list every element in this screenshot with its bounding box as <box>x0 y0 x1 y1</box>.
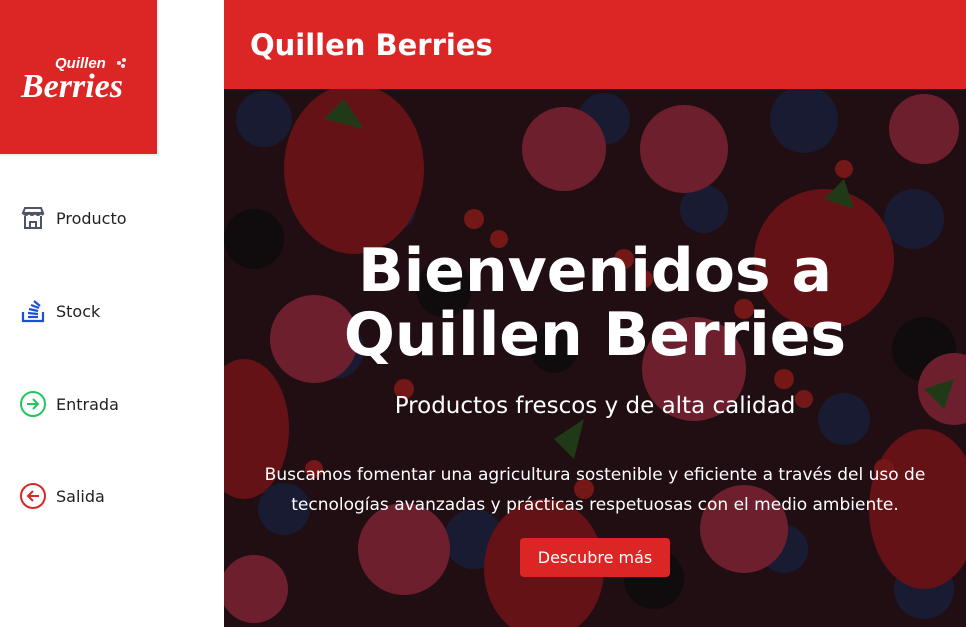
sidebar-item-producto[interactable]: Producto <box>18 203 127 233</box>
store-icon <box>18 203 48 233</box>
sidebar-item-label: Salida <box>56 486 105 506</box>
logo[interactable]: Quillen Berries <box>0 0 159 156</box>
sidebar-item-label: Producto <box>56 208 127 228</box>
sidebar-item-label: Stock <box>56 301 101 321</box>
descubre-mas-button[interactable]: Descubre más <box>519 538 671 577</box>
sidebar: Quillen Berries Producto Stock Entrada S… <box>0 0 224 627</box>
hero-content: Bienvenidos a Quillen Berries Productos … <box>224 89 966 627</box>
top-bar: Quillen Berries <box>224 0 966 89</box>
hero-description: Buscamos fomentar una agricultura sosten… <box>264 465 926 515</box>
stack-icon <box>18 296 48 326</box>
arrow-left-circle-icon <box>18 481 48 511</box>
hero-section: Bienvenidos a Quillen Berries Productos … <box>224 89 966 627</box>
sidebar-item-salida[interactable]: Salida <box>18 481 105 511</box>
logo-mark: Quillen Berries <box>20 55 126 103</box>
sidebar-item-stock[interactable]: Stock <box>18 296 100 326</box>
arrow-right-circle-icon <box>18 389 48 419</box>
logo-text-berries: Berries <box>20 68 123 103</box>
hero-subtitle: Productos frescos y de alta calidad <box>394 393 796 419</box>
sidebar-item-entrada[interactable]: Entrada <box>18 389 119 419</box>
brand-title[interactable]: Quillen Berries <box>250 28 493 62</box>
sidebar-item-label: Entrada <box>56 394 119 414</box>
hero-title: Bienvenidos a Quillen Berries <box>343 236 847 370</box>
